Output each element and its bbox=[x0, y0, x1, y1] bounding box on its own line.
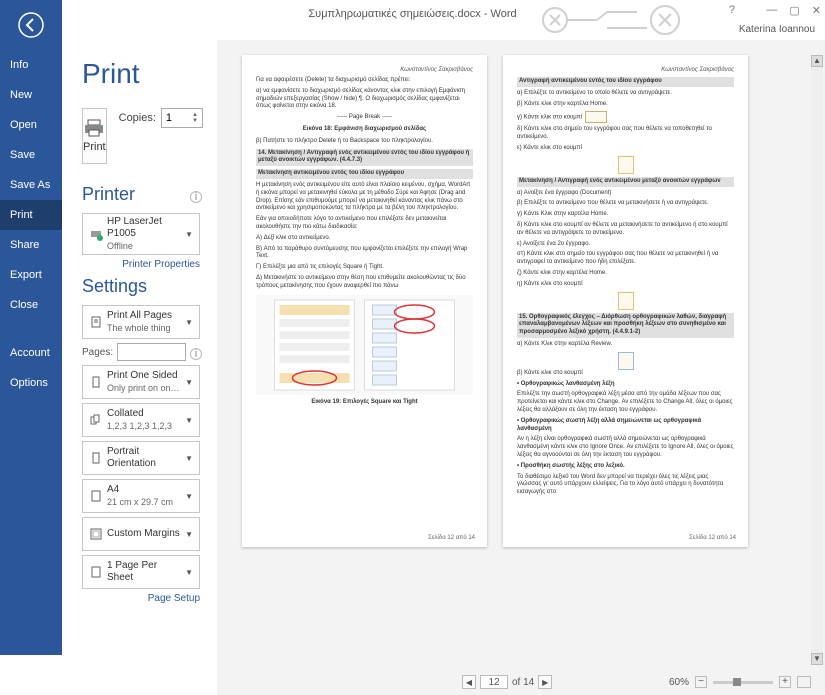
copies-spinner[interactable]: ▲▼ bbox=[192, 112, 198, 124]
pages-label: Pages: bbox=[82, 347, 113, 358]
orientation-dropdown[interactable]: Portrait Orientation ▼ bbox=[82, 441, 200, 475]
chevron-down-icon: ▼ bbox=[183, 318, 195, 327]
scroll-up-button[interactable]: ▲ bbox=[811, 55, 823, 67]
one-sided-icon bbox=[87, 375, 105, 389]
margins-icon bbox=[87, 527, 105, 541]
printer-section-heading: Printer bbox=[82, 184, 202, 205]
zoom-value: 60% bbox=[669, 677, 689, 688]
sides-dropdown[interactable]: Print One SidedOnly print on one side of… bbox=[82, 365, 200, 399]
close-button[interactable]: ✕ bbox=[812, 4, 821, 17]
print-preview: Κωνσταντίνος Σακρισβάνος Για να αφαιρέσε… bbox=[217, 40, 825, 695]
chevron-down-icon: ▼ bbox=[183, 454, 195, 463]
nav-options[interactable]: Options bbox=[0, 368, 62, 398]
nav-new[interactable]: New bbox=[0, 80, 62, 110]
margins-dropdown[interactable]: Custom Margins ▼ bbox=[82, 517, 200, 551]
zoom-controls: 60% − + bbox=[669, 676, 811, 688]
copies-input[interactable]: 1 ▲▼ bbox=[161, 108, 203, 128]
ribbon-decoration bbox=[525, 0, 705, 40]
nav-share[interactable]: Share bbox=[0, 230, 62, 260]
page-setup-link[interactable]: Page Setup bbox=[82, 593, 200, 604]
minimize-button[interactable]: — bbox=[766, 4, 777, 17]
zoom-out-button[interactable]: − bbox=[695, 676, 707, 688]
spelling-icon bbox=[618, 352, 634, 370]
printer-icon bbox=[83, 119, 105, 137]
copy-icon bbox=[585, 111, 607, 123]
chevron-down-icon: ▼ bbox=[183, 530, 195, 539]
current-page-input[interactable]: 12 bbox=[480, 675, 508, 689]
nav-close[interactable]: Close bbox=[0, 290, 62, 320]
preview-vertical-scrollbar[interactable]: ▲ ▼ bbox=[811, 55, 823, 665]
chevron-down-icon: ▼ bbox=[183, 492, 195, 501]
nav-print[interactable]: Print bbox=[0, 200, 62, 230]
preview-figure bbox=[256, 295, 473, 395]
print-heading: Print bbox=[82, 58, 202, 90]
collate-dropdown[interactable]: Collated1,2,3 1,2,3 1,2,3 ▼ bbox=[82, 403, 200, 437]
chevron-down-icon: ▼ bbox=[183, 568, 195, 577]
user-name: Katerina Ioannou bbox=[739, 24, 815, 35]
zoom-slider[interactable] bbox=[713, 681, 773, 684]
chevron-down-icon: ▼ bbox=[183, 230, 195, 239]
help-icon[interactable]: ? bbox=[729, 4, 735, 16]
print-button[interactable]: Print bbox=[82, 108, 107, 164]
nav-export[interactable]: Export bbox=[0, 260, 62, 290]
printer-dropdown[interactable]: HP LaserJet P1005Offline ▼ bbox=[82, 213, 200, 255]
copies-label: Copies: bbox=[119, 112, 156, 124]
paper-icon bbox=[87, 489, 105, 503]
pages-icon bbox=[87, 315, 105, 329]
chevron-down-icon: ▼ bbox=[183, 416, 195, 425]
page-navigator: ◀ 12 of 14 ▶ bbox=[462, 675, 552, 689]
paper-size-dropdown[interactable]: A421 cm x 29.7 cm ▼ bbox=[82, 479, 200, 513]
pages-per-sheet-dropdown[interactable]: 1 Page Per Sheet ▼ bbox=[82, 555, 200, 589]
title-bar: Συμπληρωματικές σημειώσεις.docx - Word ?… bbox=[0, 0, 825, 40]
nav-open[interactable]: Open bbox=[0, 110, 62, 140]
settings-section-heading: Settings bbox=[82, 276, 202, 297]
zoom-in-button[interactable]: + bbox=[779, 676, 791, 688]
preview-page-left: Κωνσταντίνος Σακρισβάνος Για να αφαιρέσε… bbox=[242, 55, 487, 547]
preview-bottom-bar: ◀ 12 of 14 ▶ 60% − + bbox=[462, 673, 811, 691]
maximize-button[interactable]: ▢ bbox=[789, 4, 799, 17]
backstage-sidebar: Info New Open Save Save As Print Share E… bbox=[0, 0, 62, 655]
printer-status-icon bbox=[87, 227, 105, 241]
document-title: Συμπληρωματικές σημειώσεις.docx - Word bbox=[308, 8, 516, 20]
window-controls: — ▢ ✕ bbox=[766, 4, 821, 17]
main-content: Print Print Copies: 1 ▲▼ Printer i HP La… bbox=[62, 40, 825, 695]
nav-save-as[interactable]: Save As bbox=[0, 170, 62, 200]
paste-icon bbox=[618, 156, 634, 174]
chevron-down-icon: ▼ bbox=[183, 378, 195, 387]
print-range-dropdown[interactable]: Print All PagesThe whole thing ▼ bbox=[82, 305, 200, 339]
page-count-label: of 14 bbox=[512, 677, 534, 688]
pages-info-icon[interactable]: i bbox=[190, 348, 202, 360]
print-panel: Print Print Copies: 1 ▲▼ Printer i HP La… bbox=[62, 40, 217, 695]
nav-info[interactable]: Info bbox=[0, 50, 62, 80]
prev-page-button[interactable]: ◀ bbox=[462, 675, 476, 689]
sheet-icon bbox=[87, 565, 105, 579]
scroll-track[interactable] bbox=[811, 67, 823, 653]
next-page-button[interactable]: ▶ bbox=[538, 675, 552, 689]
nav-account[interactable]: Account bbox=[0, 338, 62, 368]
nav-save[interactable]: Save bbox=[0, 140, 62, 170]
zoom-to-fit-button[interactable] bbox=[797, 676, 811, 688]
pages-input[interactable] bbox=[117, 343, 186, 361]
portrait-icon bbox=[87, 451, 105, 465]
back-button[interactable] bbox=[0, 0, 62, 50]
collate-icon bbox=[87, 413, 105, 427]
paste-icon bbox=[618, 292, 634, 310]
printer-info-icon[interactable]: i bbox=[190, 191, 202, 203]
printer-properties-link[interactable]: Printer Properties bbox=[82, 259, 200, 270]
preview-page-right: Κωνσταντίνος Σακρισβάνος Αντιγραφή αντικ… bbox=[503, 55, 748, 547]
